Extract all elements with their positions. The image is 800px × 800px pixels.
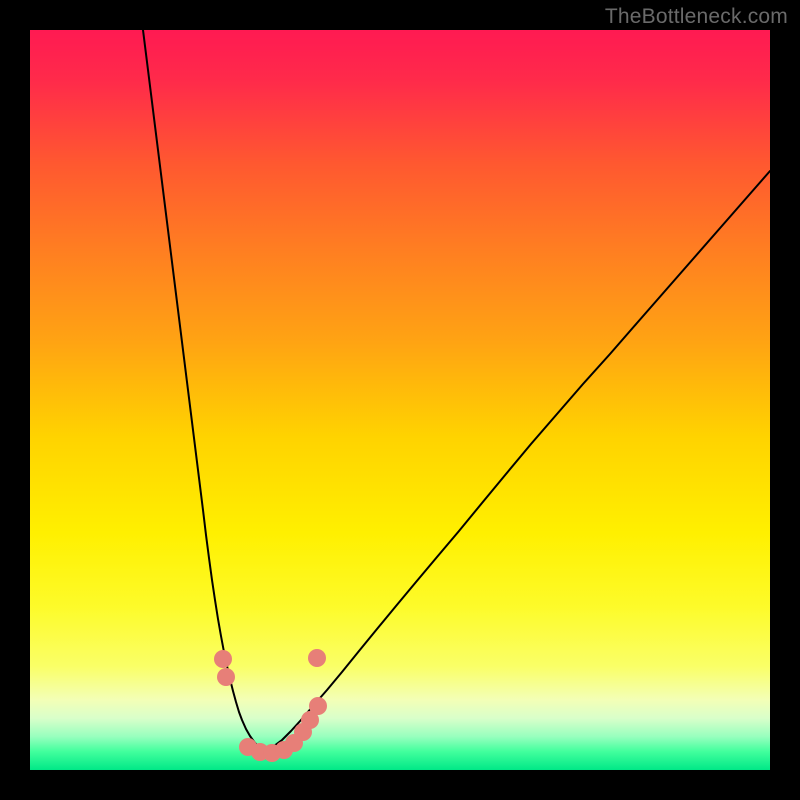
watermark-text: TheBottleneck.com [605,5,788,29]
trough-marker [217,668,235,686]
chart-frame: TheBottleneck.com [0,0,800,800]
plot-area [30,30,770,770]
trough-marker [308,649,326,667]
heatmap-background [30,30,770,770]
trough-marker [309,697,327,715]
trough-marker [214,650,232,668]
bottleneck-curve-plot [30,30,770,770]
